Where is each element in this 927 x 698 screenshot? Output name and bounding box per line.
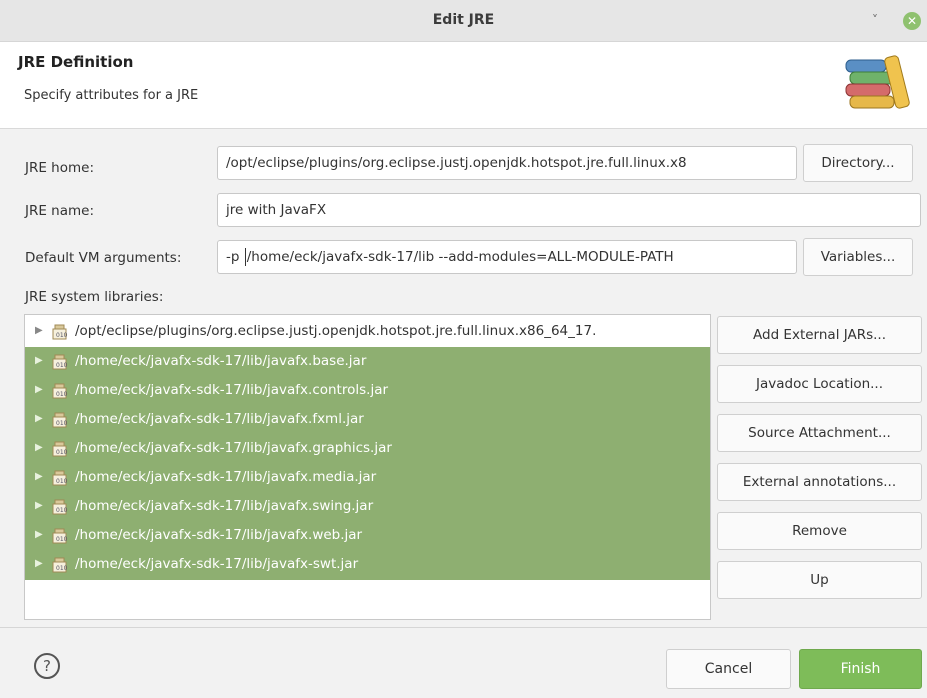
- header-subtitle: Specify attributes for a JRE: [24, 88, 199, 103]
- expand-arrow-icon[interactable]: ▶: [35, 471, 43, 482]
- svg-text:010: 010: [56, 449, 68, 456]
- minimize-icon[interactable]: ˅: [872, 13, 878, 27]
- jar-icon: 010: [52, 383, 68, 399]
- vm-args-label: Default VM arguments:: [25, 250, 182, 266]
- cancel-button[interactable]: Cancel: [666, 649, 791, 689]
- jar-icon: 010: [52, 557, 68, 573]
- variables-button[interactable]: Variables...: [803, 238, 913, 276]
- jar-icon: 010: [52, 499, 68, 515]
- library-path: /home/eck/javafx-sdk-17/lib/javafx.fxml.…: [75, 411, 364, 427]
- library-path: /opt/eclipse/plugins/org.eclipse.justj.o…: [75, 323, 597, 339]
- svg-text:010: 010: [56, 507, 68, 514]
- library-path: /home/eck/javafx-sdk-17/lib/javafx.web.j…: [75, 527, 363, 543]
- add-external-jars-button[interactable]: Add External JARs...: [717, 316, 922, 354]
- help-icon[interactable]: ?: [34, 653, 60, 679]
- text-caret: [244, 248, 246, 266]
- library-row[interactable]: ▶ 010 /home/eck/javafx-sdk-17/lib/javafx…: [25, 347, 710, 377]
- jar-icon: 010: [52, 324, 68, 340]
- jar-icon: 010: [52, 412, 68, 428]
- library-path: /home/eck/javafx-sdk-17/lib/javafx.base.…: [75, 353, 367, 369]
- expand-arrow-icon[interactable]: ▶: [35, 325, 43, 336]
- jre-name-field[interactable]: jre with JavaFX: [217, 193, 921, 227]
- library-path: /home/eck/javafx-sdk-17/lib/javafx-swt.j…: [75, 556, 359, 572]
- finish-button[interactable]: Finish: [799, 649, 922, 689]
- source-attachment-button[interactable]: Source Attachment...: [717, 414, 922, 452]
- library-row[interactable]: ▶ 010 /home/eck/javafx-sdk-17/lib/javafx…: [25, 463, 710, 493]
- jre-home-field[interactable]: /opt/eclipse/plugins/org.eclipse.justj.o…: [217, 146, 797, 180]
- expand-arrow-icon[interactable]: ▶: [35, 500, 43, 511]
- jar-icon: 010: [52, 528, 68, 544]
- expand-arrow-icon[interactable]: ▶: [35, 558, 43, 569]
- up-button[interactable]: Up: [717, 561, 922, 599]
- header-title: JRE Definition: [18, 53, 134, 71]
- vm-args-field[interactable]: -p /home/eck/javafx-sdk-17/lib --add-mod…: [217, 240, 797, 274]
- jar-icon: 010: [52, 354, 68, 370]
- close-icon[interactable]: ✕: [903, 12, 921, 30]
- library-row[interactable]: ▶ 010 /home/eck/javafx-sdk-17/lib/javafx…: [25, 550, 710, 580]
- vm-args-prefix: -p: [226, 249, 244, 265]
- jre-books-icon: [845, 55, 910, 109]
- dialog-footer: ? Cancel Finish: [0, 627, 927, 698]
- svg-text:010: 010: [56, 420, 68, 427]
- title-bar: Edit JRE ˅ ✕: [0, 0, 927, 42]
- jar-icon: 010: [52, 470, 68, 486]
- library-row[interactable]: ▶ 010 /home/eck/javafx-sdk-17/lib/javafx…: [25, 521, 710, 551]
- svg-text:010: 010: [56, 332, 68, 339]
- expand-arrow-icon[interactable]: ▶: [35, 529, 43, 540]
- library-row[interactable]: ▶ 010 /home/eck/javafx-sdk-17/lib/javafx…: [25, 434, 710, 464]
- remove-button[interactable]: Remove: [717, 512, 922, 550]
- window-title: Edit JRE: [432, 12, 495, 28]
- external-annotations-button[interactable]: External annotations...: [717, 463, 922, 501]
- directory-button[interactable]: Directory...: [803, 144, 913, 182]
- svg-text:010: 010: [56, 391, 68, 398]
- library-tree[interactable]: ▶ 010 /opt/eclipse/plugins/org.eclipse.j…: [24, 314, 711, 620]
- library-path: /home/eck/javafx-sdk-17/lib/javafx.contr…: [75, 382, 389, 398]
- svg-text:010: 010: [56, 536, 68, 543]
- javadoc-location-button[interactable]: Javadoc Location...: [717, 365, 922, 403]
- svg-text:010: 010: [56, 478, 68, 485]
- expand-arrow-icon[interactable]: ▶: [35, 384, 43, 395]
- jar-icon: 010: [52, 441, 68, 457]
- library-row[interactable]: ▶ 010 /opt/eclipse/plugins/org.eclipse.j…: [25, 317, 710, 347]
- libraries-label: JRE system libraries:: [25, 289, 164, 305]
- expand-arrow-icon[interactable]: ▶: [35, 413, 43, 424]
- library-row[interactable]: ▶ 010 /home/eck/javafx-sdk-17/lib/javafx…: [25, 376, 710, 406]
- library-path: /home/eck/javafx-sdk-17/lib/javafx.swing…: [75, 498, 374, 514]
- library-row[interactable]: ▶ 010 /home/eck/javafx-sdk-17/lib/javafx…: [25, 492, 710, 522]
- svg-text:010: 010: [56, 362, 68, 369]
- library-path: /home/eck/javafx-sdk-17/lib/javafx.graph…: [75, 440, 392, 456]
- jre-name-label: JRE name:: [25, 203, 95, 219]
- svg-text:010: 010: [56, 565, 68, 572]
- jre-home-label: JRE home:: [25, 160, 95, 176]
- expand-arrow-icon[interactable]: ▶: [35, 355, 43, 366]
- expand-arrow-icon[interactable]: ▶: [35, 442, 43, 453]
- dialog-header: JRE Definition Specify attributes for a …: [0, 42, 927, 129]
- library-row[interactable]: ▶ 010 /home/eck/javafx-sdk-17/lib/javafx…: [25, 405, 710, 435]
- vm-args-rest: /home/eck/javafx-sdk-17/lib --add-module…: [246, 249, 674, 265]
- library-path: /home/eck/javafx-sdk-17/lib/javafx.media…: [75, 469, 377, 485]
